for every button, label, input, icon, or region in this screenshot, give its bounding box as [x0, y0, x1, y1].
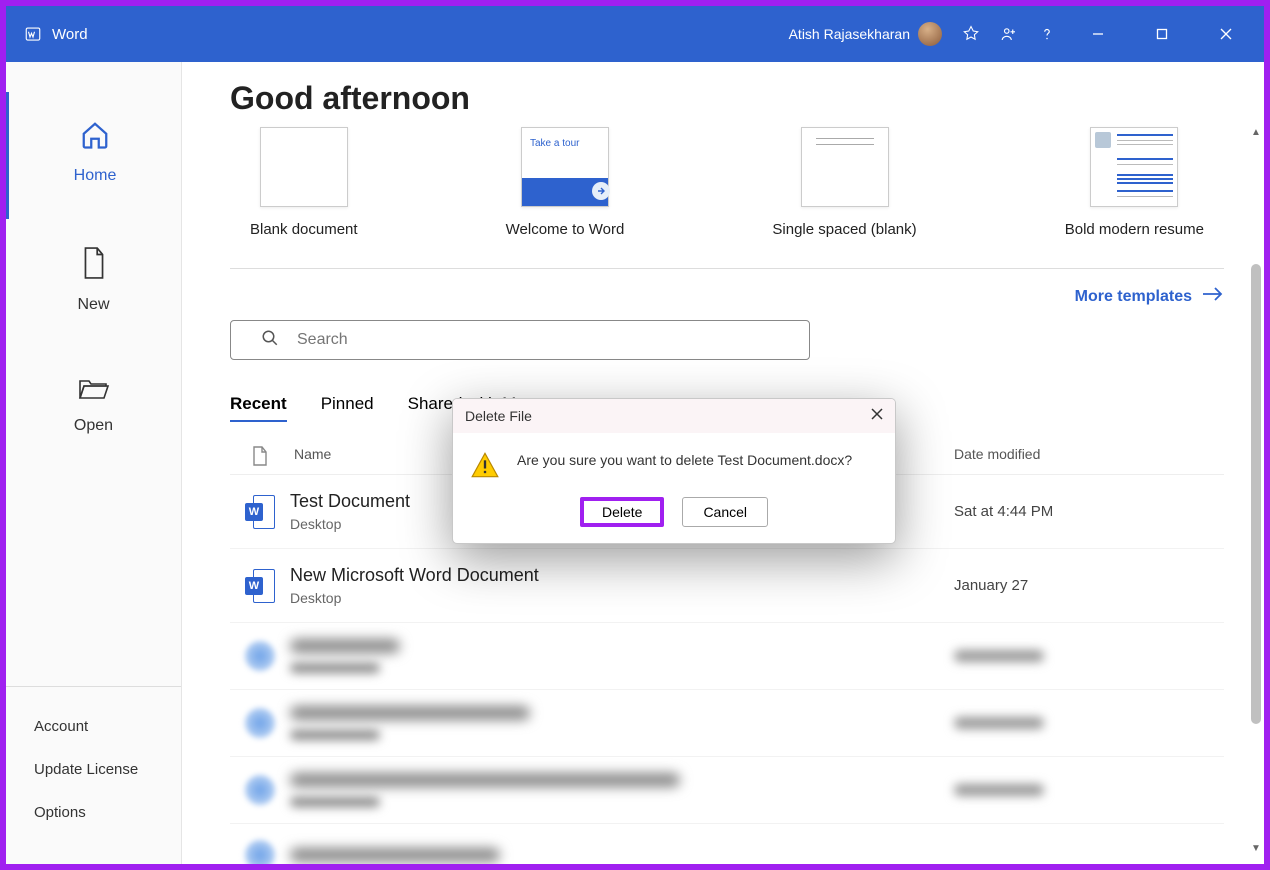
avatar [918, 22, 942, 46]
open-icon [78, 376, 110, 405]
sidebar-label: Home [74, 167, 117, 185]
template-label: Bold modern resume [1065, 221, 1204, 238]
tab-pinned[interactable]: Pinned [321, 394, 374, 422]
sidebar-label: Open [74, 417, 113, 435]
word-doc-icon: W [245, 495, 275, 529]
scroll-up-icon[interactable]: ▲ [1248, 124, 1264, 140]
scroll-thumb[interactable] [1251, 264, 1261, 724]
template-row: Blank document Take a tour Welcome to Wo… [230, 127, 1224, 238]
file-row-blurred[interactable] [230, 623, 1224, 690]
file-row[interactable]: W New Microsoft Word Document Desktop Ja… [230, 549, 1224, 623]
scroll-down-icon[interactable]: ▼ [1248, 840, 1264, 856]
maximize-button[interactable] [1140, 18, 1184, 50]
blurred-icon [245, 840, 275, 864]
template-single-spaced[interactable]: Single spaced (blank) [772, 127, 916, 238]
sidebar: Home New Open Account Update License Opt… [6, 62, 182, 864]
dialog-title: Delete File [465, 408, 532, 424]
tour-text: Take a tour [530, 138, 579, 149]
titlebar: Word Atish Rajasekharan [6, 6, 1264, 62]
sidebar-item-open[interactable]: Open [6, 348, 181, 469]
file-row-blurred[interactable] [230, 690, 1224, 757]
user-label[interactable]: Atish Rajasekharan [789, 22, 942, 46]
app-title: Word [52, 26, 88, 43]
sidebar-link-account[interactable]: Account [6, 705, 181, 748]
blurred-icon [245, 641, 275, 671]
file-date: January 27 [954, 577, 1224, 594]
file-location: Desktop [290, 590, 954, 606]
template-thumb: Take a tour [521, 127, 609, 207]
more-templates-link[interactable]: More templates [230, 287, 1224, 306]
delete-dialog: Delete File Are you sure you want to del… [452, 398, 896, 544]
template-label: Welcome to Word [506, 221, 625, 238]
template-thumb [801, 127, 889, 207]
sidebar-link-update-license[interactable]: Update License [6, 748, 181, 791]
file-row-blurred[interactable] [230, 757, 1224, 824]
header-date[interactable]: Date modified [954, 446, 1224, 466]
sidebar-item-new[interactable]: New [6, 219, 181, 348]
file-name: New Microsoft Word Document [290, 565, 954, 586]
blurred-icon [245, 708, 275, 738]
user-name: Atish Rajasekharan [789, 26, 910, 42]
template-thumb [260, 127, 348, 207]
dialog-message: Are you sure you want to delete Test Doc… [517, 451, 852, 471]
warning-icon [471, 451, 499, 479]
word-app-icon [24, 25, 42, 43]
blurred-icon [245, 775, 275, 805]
tab-recent[interactable]: Recent [230, 394, 287, 422]
file-icon [230, 446, 290, 466]
sidebar-item-home[interactable]: Home [6, 92, 181, 219]
account-manager-icon[interactable] [1000, 25, 1018, 43]
scrollbar[interactable]: ▲ ▼ [1248, 124, 1264, 856]
file-date: Sat at 4:44 PM [954, 503, 1224, 520]
new-icon [81, 247, 107, 284]
arrow-right-icon [592, 182, 610, 200]
premium-icon[interactable] [962, 25, 980, 43]
minimize-button[interactable] [1076, 18, 1120, 50]
template-welcome[interactable]: Take a tour Welcome to Word [506, 127, 625, 238]
help-icon[interactable] [1038, 25, 1056, 43]
search-box[interactable] [230, 320, 810, 360]
search-icon [261, 329, 279, 352]
word-doc-icon: W [245, 569, 275, 603]
sidebar-link-options[interactable]: Options [6, 791, 181, 834]
cancel-button[interactable]: Cancel [682, 497, 768, 527]
greeting: Good afternoon [230, 80, 1224, 117]
home-icon [80, 120, 110, 155]
sidebar-label: New [77, 296, 109, 314]
dialog-close-button[interactable] [871, 407, 883, 425]
template-thumb [1090, 127, 1178, 207]
arrow-right-icon [1202, 287, 1224, 306]
file-row-blurred[interactable] [230, 824, 1224, 864]
template-blank[interactable]: Blank document [250, 127, 358, 238]
template-resume[interactable]: Bold modern resume [1065, 127, 1204, 238]
search-input[interactable] [297, 331, 791, 349]
delete-button[interactable]: Delete [580, 497, 664, 527]
template-label: Single spaced (blank) [772, 221, 916, 238]
close-window-button[interactable] [1204, 18, 1248, 50]
template-label: Blank document [250, 221, 358, 238]
more-templates-label: More templates [1075, 288, 1192, 306]
